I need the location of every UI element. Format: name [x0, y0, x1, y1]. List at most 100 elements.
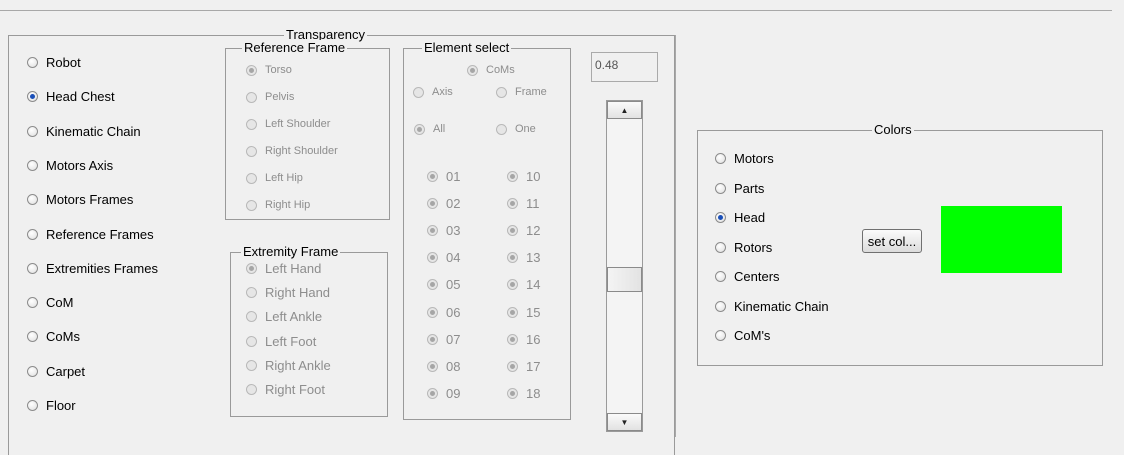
radio-button-icon[interactable] [27, 262, 38, 274]
radio-button-icon[interactable] [507, 387, 518, 399]
element-04[interactable]: 04 [427, 250, 460, 265]
radio-button-icon[interactable] [246, 384, 257, 395]
element-17[interactable]: 17 [507, 359, 540, 374]
extremity-frame-right-foot[interactable]: Right Foot [246, 382, 325, 397]
radio-button-icon[interactable] [507, 306, 518, 318]
view-option-kinematic-chain[interactable]: Kinematic Chain [27, 124, 141, 139]
color-option-motors[interactable]: Motors [715, 151, 774, 166]
slider-thumb[interactable] [607, 266, 642, 292]
transparency-slider[interactable]: ▲ ▼ [606, 100, 643, 432]
extremity-frame-right-hand[interactable]: Right Hand [246, 285, 330, 300]
radio-button-icon[interactable] [427, 306, 438, 318]
radio-button-icon[interactable] [427, 360, 438, 372]
radio-button-icon[interactable] [246, 118, 257, 130]
element-16[interactable]: 16 [507, 332, 540, 347]
slider-down-arrow-icon[interactable]: ▼ [607, 413, 642, 431]
radio-button-icon[interactable] [496, 123, 507, 135]
radio-button-icon[interactable] [246, 359, 257, 371]
element-08[interactable]: 08 [427, 359, 460, 374]
radio-button-icon[interactable] [27, 125, 38, 137]
view-option-reference-frames[interactable]: Reference Frames [27, 227, 154, 242]
radio-button-icon[interactable] [507, 252, 518, 264]
extremity-frame-left-ankle[interactable]: Left Ankle [246, 309, 322, 324]
radio-button-icon[interactable] [246, 263, 257, 274]
radio-button-icon[interactable] [246, 287, 257, 299]
radio-button-icon[interactable] [246, 64, 257, 76]
radio-button-icon[interactable] [427, 333, 438, 345]
radio-button-icon[interactable] [427, 225, 438, 237]
view-option-com[interactable]: CoM [27, 295, 73, 310]
radio-button-icon[interactable] [715, 300, 726, 312]
extremity-frame-left-foot[interactable]: Left Foot [246, 334, 316, 349]
radio-button-icon[interactable] [427, 279, 438, 291]
radio-button-icon[interactable] [715, 241, 726, 253]
element-coms[interactable]: CoMs [467, 64, 515, 76]
radio-button-icon[interactable] [27, 331, 38, 343]
view-option-motors-frames[interactable]: Motors Frames [27, 192, 133, 207]
radio-button-icon[interactable] [715, 330, 726, 341]
radio-button-icon[interactable] [507, 360, 518, 372]
color-option-com-s[interactable]: CoM's [715, 328, 770, 343]
element-15[interactable]: 15 [507, 305, 540, 320]
radio-button-icon[interactable] [507, 198, 518, 210]
view-option-coms[interactable]: CoMs [27, 329, 80, 344]
radio-button-icon[interactable] [496, 86, 507, 98]
radio-button-icon[interactable] [246, 199, 257, 211]
reference-frame-left-hip[interactable]: Left Hip [246, 172, 303, 184]
element-03[interactable]: 03 [427, 223, 460, 238]
radio-button-icon[interactable] [246, 311, 257, 323]
element-01[interactable]: 01 [427, 169, 460, 184]
radio-button-icon[interactable] [507, 225, 518, 237]
transparency-value-field[interactable]: 0.48 [591, 52, 658, 82]
element-10[interactable]: 10 [507, 169, 540, 184]
element-09[interactable]: 09 [427, 386, 460, 401]
color-option-kinematic-chain[interactable]: Kinematic Chain [715, 299, 829, 314]
element-axis[interactable]: Axis [413, 86, 453, 98]
element-05[interactable]: 05 [427, 277, 460, 292]
radio-button-icon[interactable] [246, 145, 257, 157]
radio-button-icon[interactable] [427, 252, 438, 264]
element-one[interactable]: One [496, 123, 536, 135]
view-option-robot[interactable]: Robot [27, 55, 81, 70]
view-option-motors-axis[interactable]: Motors Axis [27, 158, 113, 173]
element-11[interactable]: 11 [507, 196, 540, 211]
slider-up-arrow-icon[interactable]: ▲ [607, 101, 642, 119]
radio-button-icon[interactable] [414, 123, 425, 135]
element-02[interactable]: 02 [427, 196, 460, 211]
element-07[interactable]: 07 [427, 332, 460, 347]
reference-frame-torso[interactable]: Torso [246, 64, 292, 76]
radio-button-icon[interactable] [246, 91, 257, 103]
radio-button-icon[interactable] [715, 182, 726, 194]
set-color-button[interactable]: set col... [862, 229, 922, 253]
element-frame[interactable]: Frame [496, 86, 547, 98]
view-option-carpet[interactable]: Carpet [27, 364, 85, 379]
radio-button-icon[interactable] [507, 171, 518, 182]
reference-frame-right-hip[interactable]: Right Hip [246, 199, 310, 211]
radio-button-icon[interactable] [27, 297, 38, 309]
radio-button-icon[interactable] [246, 335, 257, 347]
color-option-rotors[interactable]: Rotors [715, 240, 772, 255]
reference-frame-right-shoulder[interactable]: Right Shoulder [246, 145, 338, 157]
view-option-extremities-frames[interactable]: Extremities Frames [27, 261, 158, 276]
element-18[interactable]: 18 [507, 386, 540, 401]
radio-button-icon[interactable] [467, 64, 478, 76]
element-12[interactable]: 12 [507, 223, 540, 238]
radio-button-icon[interactable] [507, 279, 518, 291]
element-06[interactable]: 06 [427, 305, 460, 320]
radio-button-icon[interactable] [427, 171, 438, 182]
radio-button-icon[interactable] [27, 400, 38, 411]
extremity-frame-left-hand[interactable]: Left Hand [246, 261, 321, 276]
view-option-floor[interactable]: Floor [27, 398, 76, 413]
element-14[interactable]: 14 [507, 277, 540, 292]
element-13[interactable]: 13 [507, 250, 540, 265]
radio-button-icon[interactable] [27, 194, 38, 206]
view-option-head-chest[interactable]: Head Chest [27, 89, 115, 104]
radio-button-icon[interactable] [413, 86, 424, 98]
radio-button-icon[interactable] [27, 159, 38, 171]
color-option-parts[interactable]: Parts [715, 181, 764, 196]
reference-frame-left-shoulder[interactable]: Left Shoulder [246, 118, 330, 130]
color-option-centers[interactable]: Centers [715, 269, 780, 284]
radio-button-icon[interactable] [715, 271, 726, 282]
radio-button-icon[interactable] [27, 228, 38, 240]
extremity-frame-right-ankle[interactable]: Right Ankle [246, 358, 331, 373]
